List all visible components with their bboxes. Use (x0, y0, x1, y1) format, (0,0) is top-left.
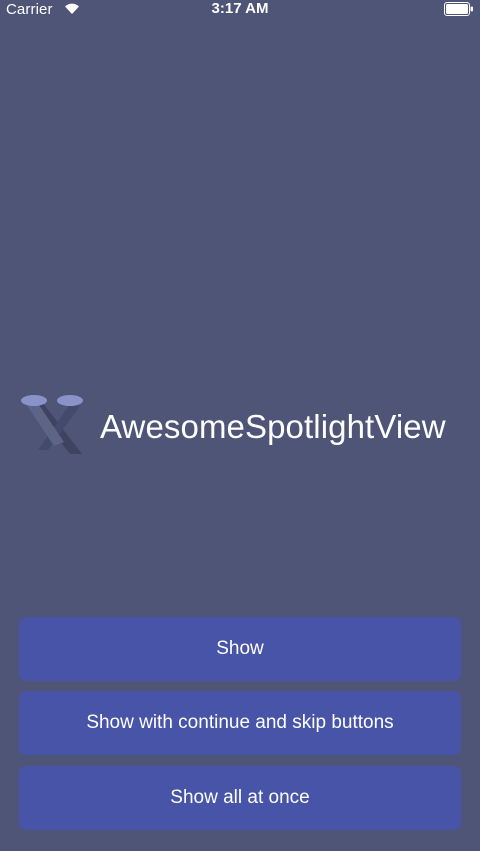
show-with-continue-and-skip-button[interactable]: Show with continue and skip buttons (19, 691, 461, 755)
status-time: 3:17 AM (211, 0, 269, 17)
brand: AwesomeSpotlightView (18, 392, 468, 456)
status-bar: Carrier 3:17 AM (0, 0, 480, 20)
show-button[interactable]: Show (19, 617, 461, 681)
battery-icon (444, 2, 474, 16)
spotlight-logo-icon (18, 392, 84, 456)
show-all-at-once-button[interactable]: Show all at once (19, 766, 461, 830)
app-title: AwesomeSpotlightView (100, 408, 446, 445)
